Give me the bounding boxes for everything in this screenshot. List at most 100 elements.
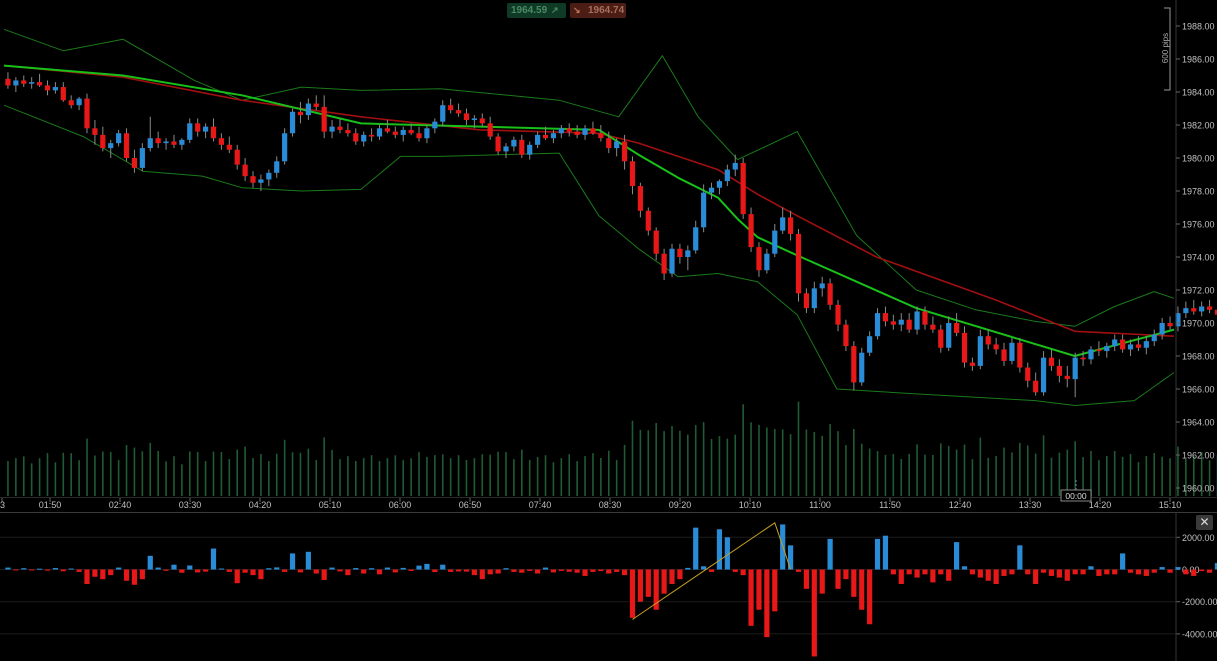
candle-body	[1033, 380, 1039, 393]
candle-body	[1001, 349, 1007, 361]
indicator-bar	[566, 569, 572, 572]
candle-body	[408, 129, 414, 134]
candle-body	[740, 162, 746, 215]
indicator-bar	[606, 569, 612, 574]
candle-body	[345, 129, 351, 134]
indicator-bar	[637, 569, 643, 602]
candle-body	[44, 85, 51, 91]
indicator-bar	[1080, 569, 1086, 575]
candle-body	[100, 134, 106, 149]
fast-moving-average-line	[3, 64, 1175, 357]
indicator-bar	[1040, 569, 1047, 573]
candle-body	[1072, 357, 1078, 380]
candle-body	[882, 313, 889, 322]
indicator-bar	[266, 568, 272, 570]
price-axis-label: 1982.00	[1182, 121, 1215, 131]
candle-body	[479, 118, 485, 124]
candle-body	[906, 319, 912, 330]
candle-body	[424, 128, 430, 139]
candle-body	[1080, 357, 1086, 360]
indicator-bar	[621, 569, 628, 576]
indicator-bar	[1088, 566, 1094, 570]
candle-body	[550, 133, 557, 139]
indicator-bar	[282, 569, 288, 572]
indicator-bar	[693, 527, 699, 570]
candle-body	[1151, 334, 1157, 342]
indicator-bar	[946, 569, 952, 581]
candle-body	[305, 103, 311, 116]
price-axis-label: 1978.00	[1182, 187, 1215, 197]
time-axis-label: 09:20	[669, 500, 692, 510]
indicator-bar	[906, 569, 912, 575]
candle-body	[147, 138, 153, 149]
candle-body	[139, 148, 145, 168]
candle-body	[131, 158, 138, 168]
candle-body	[827, 283, 833, 305]
candle-body	[123, 133, 130, 158]
candle-body	[258, 179, 264, 183]
indicator-bar	[527, 569, 533, 571]
candle-body	[1183, 308, 1189, 314]
indicator-bar	[985, 569, 991, 581]
candle-body	[946, 323, 952, 348]
indicator-bar	[52, 568, 58, 570]
indicator-bar	[898, 569, 904, 584]
price-axis-label: 1980.00	[1182, 154, 1215, 164]
indicator-bar	[108, 569, 114, 576]
candle-body	[558, 128, 564, 134]
indicator-bar	[772, 569, 778, 612]
candle-body	[693, 227, 699, 251]
candle-body	[653, 230, 659, 254]
indicator-bar	[250, 569, 256, 576]
indicator-bar	[1112, 569, 1118, 575]
candle-body	[1064, 375, 1070, 380]
candle-body	[764, 253, 770, 271]
candle-body	[590, 128, 596, 134]
indicator-bar	[400, 567, 406, 570]
candle-body	[92, 128, 98, 135]
price-axis-label: 1972.00	[1182, 286, 1215, 296]
candle-body	[440, 105, 446, 122]
candle-body	[52, 87, 58, 91]
price-chart-canvas[interactable]: 1988.00 1986.00 1984.00 1982.00 1980.00 1978.…	[0, 0, 1217, 661]
candle-body	[329, 126, 335, 132]
indicator-bar	[1206, 569, 1213, 573]
price-axis-label: 1986.00	[1182, 55, 1215, 65]
time-axis-label: 11:50	[879, 500, 901, 510]
candle-body	[400, 129, 406, 135]
indicator-bar	[44, 569, 51, 571]
price-axis-label: 1974.00	[1182, 253, 1215, 263]
candle-body	[495, 136, 501, 152]
time-axis-label: 15:10	[1159, 500, 1182, 510]
candle-body	[954, 323, 960, 333]
indicator-bar	[487, 569, 493, 575]
candle-body	[384, 128, 391, 132]
indicator-bar	[1183, 569, 1189, 575]
trading-chart-window: 1964.59 ↗ ↘ 1964.74 ✕ 1988.00 1986.00 1984…	[0, 0, 1217, 661]
candle-body	[321, 106, 327, 132]
indicator-bar	[361, 569, 367, 574]
indicator-bar	[392, 569, 398, 573]
indicator-bar	[685, 567, 691, 570]
candle-body	[756, 247, 762, 271]
indicator-bar	[13, 569, 19, 571]
candle-body	[835, 304, 841, 325]
candle-body	[487, 123, 493, 137]
candle-body	[376, 128, 383, 137]
candle-body	[1112, 339, 1118, 347]
indicator-bar	[930, 569, 936, 583]
candle-body	[708, 187, 715, 193]
indicator-bar	[440, 564, 446, 570]
candle-body	[60, 87, 66, 101]
bollinger-lower-band	[3, 104, 1175, 406]
candle-body	[234, 149, 240, 165]
scale-label: 600 pips	[1161, 33, 1170, 63]
indicator-bar	[535, 569, 541, 574]
candle-body	[297, 111, 304, 116]
candle-body	[859, 352, 865, 383]
price-axis-label: 1984.00	[1182, 88, 1215, 98]
indicator-bar	[337, 569, 343, 572]
candle-body	[637, 186, 643, 211]
candle-body	[226, 144, 232, 150]
indicator-bar	[289, 553, 296, 570]
